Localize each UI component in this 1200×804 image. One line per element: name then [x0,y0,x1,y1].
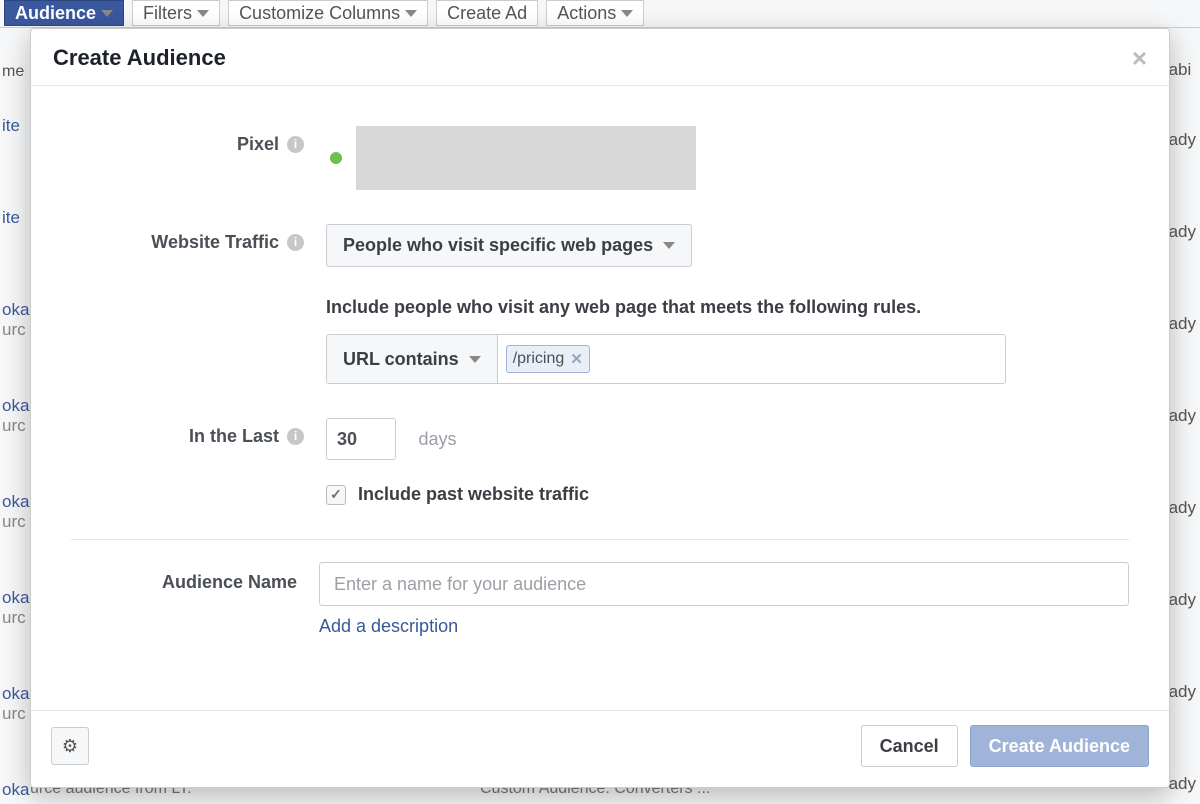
bg-text: abi [1169,60,1196,80]
include-past-traffic-label: Include past website traffic [358,484,589,505]
bg-text: ite [2,208,29,228]
bg-text: ady [1169,774,1196,794]
info-icon[interactable]: i [287,136,304,153]
gear-icon: ⚙ [62,736,78,757]
website-traffic-label: Website Traffic [151,232,279,253]
bg-text: ady [1169,590,1196,610]
add-description-link[interactable]: Add a description [319,616,458,637]
url-rule-box: URL contains /pricing ✕ [326,334,1006,384]
include-past-traffic-checkbox[interactable]: ✓ [326,485,346,505]
create-audience-modal: Create Audience × Pixel i Website Traffi… [30,28,1170,788]
in-the-last-row: In the Last i days ✓ Include past websit… [71,418,1129,505]
token-remove-icon[interactable]: ✕ [570,350,583,368]
info-icon[interactable]: i [287,234,304,251]
bg-create-ad-button[interactable]: Create Ad [436,0,538,26]
modal-title: Create Audience [53,45,226,71]
bg-text: ite [2,116,29,136]
bg-text: ady [1169,222,1196,242]
website-traffic-select[interactable]: People who visit specific web pages [326,224,692,267]
audience-name-row: Audience Name Add a description [71,562,1129,637]
bg-text: ady [1169,682,1196,702]
bg-text: ady [1169,130,1196,150]
caret-down-icon [663,242,675,249]
modal-body: Pixel i Website Traffic i People who vis… [31,86,1169,710]
bg-text: ady [1169,498,1196,518]
caret-down-icon [469,356,481,363]
close-icon[interactable]: × [1132,45,1147,71]
bg-audience-button[interactable]: Audience [4,0,124,26]
bg-filters-button[interactable]: Filters [132,0,220,26]
rules-description: Include people who visit any web page th… [326,297,1129,318]
bg-text: ady [1169,314,1196,334]
website-traffic-row: Website Traffic i People who visit speci… [71,224,1129,384]
days-unit-label: days [418,429,456,449]
status-dot-icon [330,152,342,164]
in-the-last-label: In the Last [189,426,279,447]
cancel-button[interactable]: Cancel [861,725,958,767]
info-icon[interactable]: i [287,428,304,445]
create-audience-button[interactable]: Create Audience [970,725,1149,767]
select-value: People who visit specific web pages [343,235,653,256]
bg-actions-button[interactable]: Actions [546,0,644,26]
bg-customize-columns-button[interactable]: Customize Columns [228,0,428,26]
bg-text: ady [1169,406,1196,426]
caret-down-icon [197,10,209,17]
settings-gear-button[interactable]: ⚙ [51,727,89,765]
modal-footer: ⚙ Cancel Create Audience [31,710,1169,787]
pixel-row: Pixel i [71,126,1129,190]
pixel-name-redacted [356,126,696,190]
select-value: URL contains [343,349,459,370]
audience-name-input[interactable] [319,562,1129,606]
url-rule-select[interactable]: URL contains [327,335,498,383]
url-token: /pricing ✕ [506,345,590,373]
separator [71,539,1129,540]
caret-down-icon [101,10,113,17]
caret-down-icon [405,10,417,17]
audience-name-label: Audience Name [162,572,297,593]
url-token-input[interactable]: /pricing ✕ [498,335,1005,383]
modal-header: Create Audience × [31,29,1169,86]
days-input[interactable] [326,418,396,460]
token-text: /pricing [513,350,565,368]
bg-toolbar: Audience Filters Customize Columns Creat… [0,0,1200,28]
pixel-label: Pixel [237,134,279,155]
caret-down-icon [621,10,633,17]
